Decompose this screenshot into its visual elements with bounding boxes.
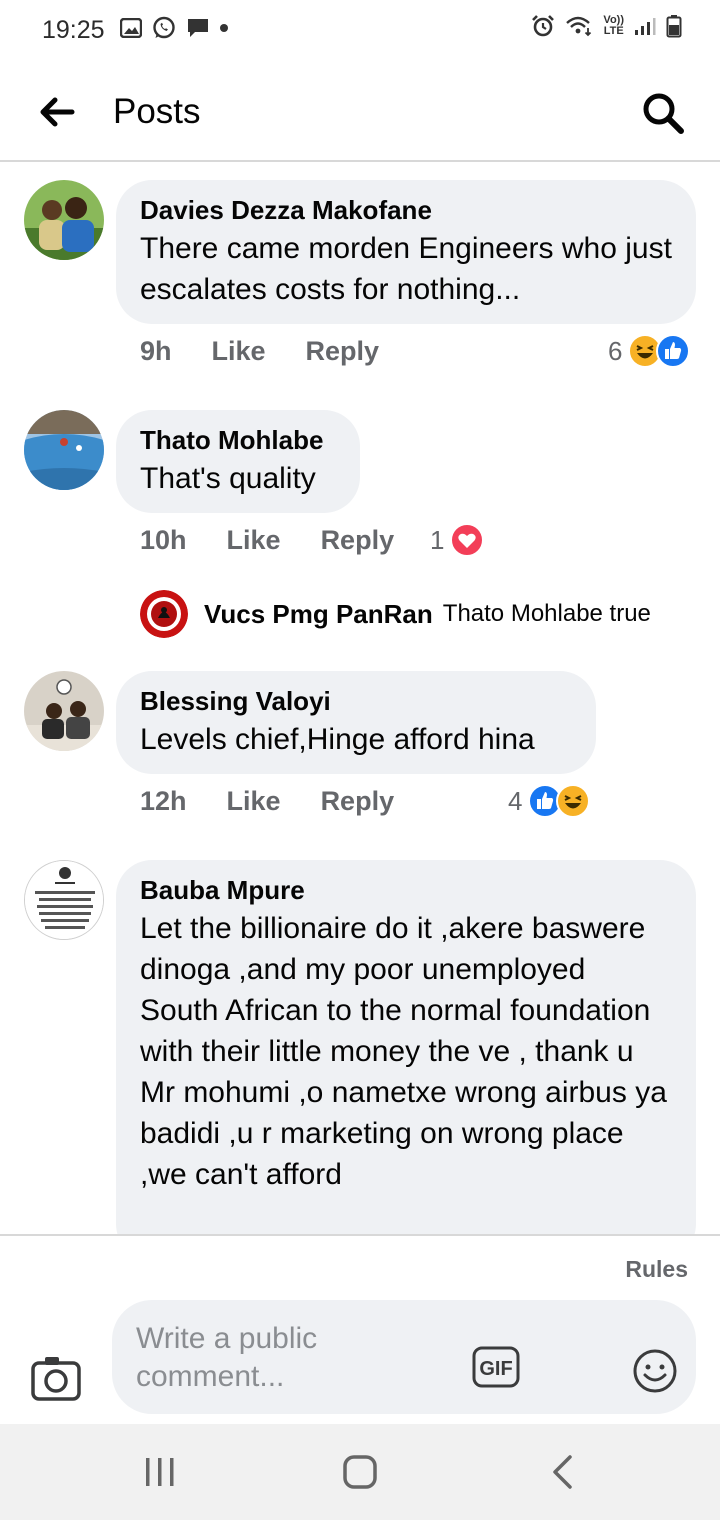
comment-actions: 12h Like Reply — [140, 786, 394, 817]
like-button[interactable]: Like — [212, 336, 266, 367]
comment-input-placeholder: Write a public comment... — [136, 1322, 318, 1393]
reaction-summary[interactable]: 1 — [430, 523, 485, 557]
comment-author[interactable]: Thato Mohlabe — [140, 422, 336, 458]
comment-time: 10h — [140, 525, 187, 555]
reply-button[interactable]: Reply — [321, 525, 395, 556]
comment-composer: Rules Write a public comment... GIF — [0, 1234, 720, 1424]
message-icon — [188, 19, 208, 37]
camera-icon[interactable] — [30, 1354, 82, 1402]
comment-bubble: Thato Mohlabe That's quality — [116, 410, 360, 513]
signal-icon — [635, 18, 656, 35]
gif-button[interactable]: GIF — [472, 1346, 520, 1388]
reaction-count: 1 — [430, 524, 445, 555]
love-reaction-icon — [450, 523, 485, 557]
comment-author[interactable]: Bauba Mpure — [140, 872, 672, 908]
comment-time: 12h — [140, 786, 187, 816]
back-icon[interactable] — [548, 1454, 576, 1490]
notification-icons — [120, 16, 228, 40]
alarm-icon — [532, 15, 555, 37]
comment-bubble: Bauba Mpure Let the billionaire do it ,a… — [116, 860, 696, 1234]
reply-text: Thato Mohlabe true — [442, 600, 651, 627]
comment-actions: 9h Like Reply — [140, 336, 379, 367]
dot-icon — [220, 24, 228, 32]
reaction-summary[interactable]: 4 — [508, 784, 591, 818]
status-time: 19:25 — [42, 16, 105, 44]
reply-preview[interactable]: Vucs Pmg PanRan Thato Mohlabe true — [140, 590, 651, 638]
reply-author[interactable]: Vucs Pmg PanRan — [204, 599, 433, 630]
system-icons: Vo)) LTE — [531, 14, 682, 38]
volte-icon: Vo)) LTE — [603, 15, 624, 37]
avatar[interactable] — [24, 180, 104, 260]
lte-label: LTE — [603, 25, 624, 37]
recent-apps-icon[interactable] — [142, 1456, 178, 1488]
avatar[interactable] — [24, 860, 104, 940]
comment-text: Levels chief,Hinge afford hina — [140, 723, 535, 756]
page-title: Posts — [113, 92, 201, 131]
battery-icon — [666, 15, 682, 38]
home-icon[interactable] — [342, 1454, 378, 1490]
reaction-summary[interactable]: 6 — [608, 334, 691, 368]
like-reaction-icon — [656, 334, 691, 368]
like-button[interactable]: Like — [227, 786, 281, 817]
haha-reaction-icon — [556, 784, 591, 818]
comment-author[interactable]: Blessing Valoyi — [140, 683, 572, 719]
comment-text: Let the billionaire do it ,akere baswere… — [140, 912, 667, 1191]
comment-author[interactable]: Davies Dezza Makofane — [140, 192, 672, 228]
gif-label: GIF — [479, 1358, 512, 1380]
comments-list: Davies Dezza Makofane There came morden … — [0, 164, 720, 1234]
wifi-icon — [566, 16, 592, 37]
reply-button[interactable]: Reply — [321, 786, 395, 817]
comment-bubble: Blessing Valoyi Levels chief,Hinge affor… — [116, 671, 596, 774]
avatar[interactable] — [140, 590, 188, 638]
emoji-icon[interactable] — [632, 1348, 678, 1394]
gif-icon: GIF — [472, 1346, 520, 1388]
arrow-left-icon[interactable] — [36, 92, 76, 132]
comment-time: 9h — [140, 336, 172, 366]
avatar[interactable] — [24, 410, 104, 490]
comment-text: That's quality — [140, 462, 316, 495]
reaction-count: 6 — [608, 335, 623, 366]
system-nav-bar — [0, 1424, 720, 1520]
reaction-count: 4 — [508, 785, 523, 816]
avatar[interactable] — [24, 671, 104, 751]
comment-actions: 10h Like Reply — [140, 525, 394, 556]
search-icon[interactable] — [640, 90, 686, 136]
reply-button[interactable]: Reply — [306, 336, 380, 367]
gallery-icon — [120, 18, 142, 38]
status-bar: 19:25 Vo)) LTE — [0, 0, 720, 60]
whatsapp-icon — [153, 16, 175, 39]
comment-text: There came morden Engineers who just esc… — [140, 232, 672, 306]
like-button[interactable]: Like — [227, 525, 281, 556]
comment-input[interactable]: Write a public comment... GIF — [112, 1300, 696, 1414]
comment-bubble: Davies Dezza Makofane There came morden … — [116, 180, 696, 324]
app-header: Posts — [0, 62, 720, 162]
rules-link[interactable]: Rules — [625, 1256, 688, 1283]
